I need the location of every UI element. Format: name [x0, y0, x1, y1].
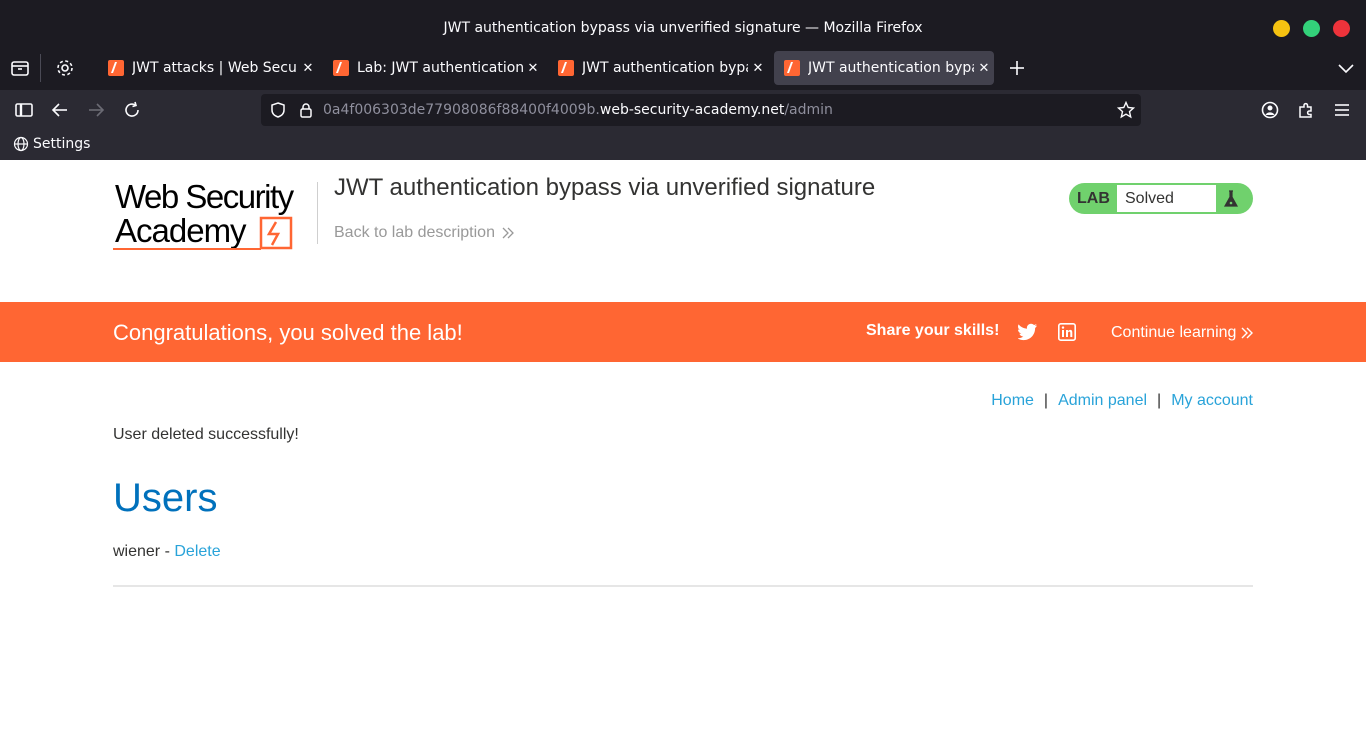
tab-close-icon[interactable]: ✕	[748, 61, 768, 76]
users-heading: Users	[113, 476, 218, 520]
user-separator: -	[160, 543, 175, 560]
twitter-icon[interactable]	[1018, 323, 1038, 341]
back-arrow-icon[interactable]	[50, 100, 70, 120]
firefox-view-icon[interactable]	[10, 58, 30, 78]
globe-icon	[13, 136, 29, 152]
hamburger-menu-icon[interactable]	[1332, 100, 1352, 120]
tab-close-icon[interactable]: ✕	[298, 61, 318, 76]
continue-learning-link[interactable]: Continue learning	[1111, 324, 1254, 342]
navigation-toolbar: 0a4f006303de77908086f88400f4009b.web-sec…	[0, 90, 1366, 130]
nav-separator: |	[1043, 392, 1049, 409]
minimize-button[interactable]	[1273, 20, 1290, 37]
nav-separator: |	[1157, 392, 1162, 409]
tab-bar: JWT attacks | Web Security Academy ✕ Lab…	[0, 46, 1366, 90]
url-path: /admin	[784, 102, 833, 118]
window-controls	[1273, 20, 1350, 37]
back-link-label: Back to lab description	[334, 224, 495, 241]
sidebar-toggle-icon[interactable]	[14, 100, 34, 120]
content-divider	[113, 585, 1253, 587]
tab-divider	[40, 54, 41, 82]
window-title: JWT authentication bypass via unverified…	[443, 20, 923, 36]
window-titlebar: JWT authentication bypass via unverified…	[0, 10, 1366, 46]
solved-banner: Congratulations, you solved the lab! Sha…	[0, 302, 1366, 362]
home-link[interactable]: Home	[991, 392, 1034, 410]
tab-title: JWT authentication bypass via unverified…	[808, 60, 974, 76]
bookmarks-toolbar: Settings	[0, 130, 1366, 160]
tab-active-lab-page[interactable]: JWT authentication bypass via unverified…	[774, 51, 994, 85]
tracking-shield-icon[interactable]	[269, 101, 287, 119]
lab-status-tag: LAB	[1077, 190, 1110, 207]
tab-lab-page[interactable]: JWT authentication bypass via unverified…	[548, 51, 768, 85]
new-tab-icon[interactable]	[1007, 58, 1027, 78]
double-chevron-right-icon	[1241, 327, 1254, 339]
url-subdomain: 0a4f006303de77908086f88400f4009b.	[323, 102, 600, 118]
share-your-skills-label: Share your skills!	[866, 322, 1000, 339]
logo-line1: Web Security	[115, 178, 295, 215]
logo-line2: Academy	[115, 212, 247, 249]
status-message: User deleted successfully!	[113, 426, 299, 443]
url-bar[interactable]: 0a4f006303de77908086f88400f4009b.web-sec…	[261, 94, 1141, 126]
logo-bolt	[266, 221, 281, 246]
extensions-puzzle-icon[interactable]	[1296, 100, 1316, 120]
admin-panel-link[interactable]: Admin panel	[1058, 392, 1147, 410]
flask-icon	[1223, 190, 1239, 207]
user-name: wiener	[113, 543, 161, 560]
account-nav: Home | Admin panel | My account	[991, 392, 1253, 410]
tab-close-icon[interactable]: ✕	[974, 61, 994, 76]
reload-icon[interactable]	[122, 100, 142, 120]
tab-close-icon[interactable]: ✕	[523, 61, 543, 76]
tab-lab-description[interactable]: Lab: JWT authentication bypass via unver…	[323, 51, 543, 85]
web-security-academy-logo[interactable]: Web Security Academy	[113, 178, 318, 254]
header-divider	[317, 182, 318, 244]
bookmark-star-icon[interactable]	[1117, 101, 1135, 119]
bookmark-settings[interactable]: Settings	[13, 136, 90, 152]
tab-jwt-attacks[interactable]: JWT attacks | Web Security Academy ✕	[98, 51, 318, 85]
portswigger-favicon-icon	[784, 60, 800, 76]
continue-learning-label: Continue learning	[1111, 324, 1237, 341]
forward-arrow-icon[interactable]	[86, 100, 106, 120]
os-top-strip	[0, 0, 1366, 10]
tab-title: JWT authentication bypass via unverified…	[582, 60, 748, 76]
lab-status-text: Solved	[1117, 185, 1216, 212]
maximize-button[interactable]	[1303, 20, 1320, 37]
linkedin-icon[interactable]	[1058, 323, 1076, 341]
back-to-lab-description-link[interactable]: Back to lab description	[334, 224, 515, 242]
my-account-link[interactable]: My account	[1171, 392, 1253, 410]
list-all-tabs-chevron-down-icon[interactable]	[1336, 58, 1356, 78]
portswigger-favicon-icon	[108, 60, 124, 76]
user-row: wiener - Delete	[113, 543, 221, 561]
tab-title: Lab: JWT authentication bypass via unver…	[357, 60, 523, 76]
url-text[interactable]: 0a4f006303de77908086f88400f4009b.web-sec…	[323, 102, 833, 118]
account-icon[interactable]	[1260, 100, 1280, 120]
gear-icon[interactable]	[55, 58, 75, 78]
portswigger-favicon-icon	[558, 60, 574, 76]
double-chevron-right-icon	[502, 227, 514, 239]
lab-status-widget: LAB Solved	[1069, 183, 1253, 214]
portswigger-favicon-icon	[333, 60, 349, 76]
close-window-button[interactable]	[1333, 20, 1350, 37]
congratulations-message: Congratulations, you solved the lab!	[113, 320, 463, 345]
bookmark-label: Settings	[33, 136, 91, 152]
tab-title: JWT attacks | Web Security Academy	[132, 60, 298, 76]
delete-user-link[interactable]: Delete	[174, 543, 220, 560]
lock-icon[interactable]	[297, 101, 315, 119]
url-domain: web-security-academy.net	[599, 102, 785, 118]
lab-title: JWT authentication bypass via unverified…	[334, 174, 876, 201]
